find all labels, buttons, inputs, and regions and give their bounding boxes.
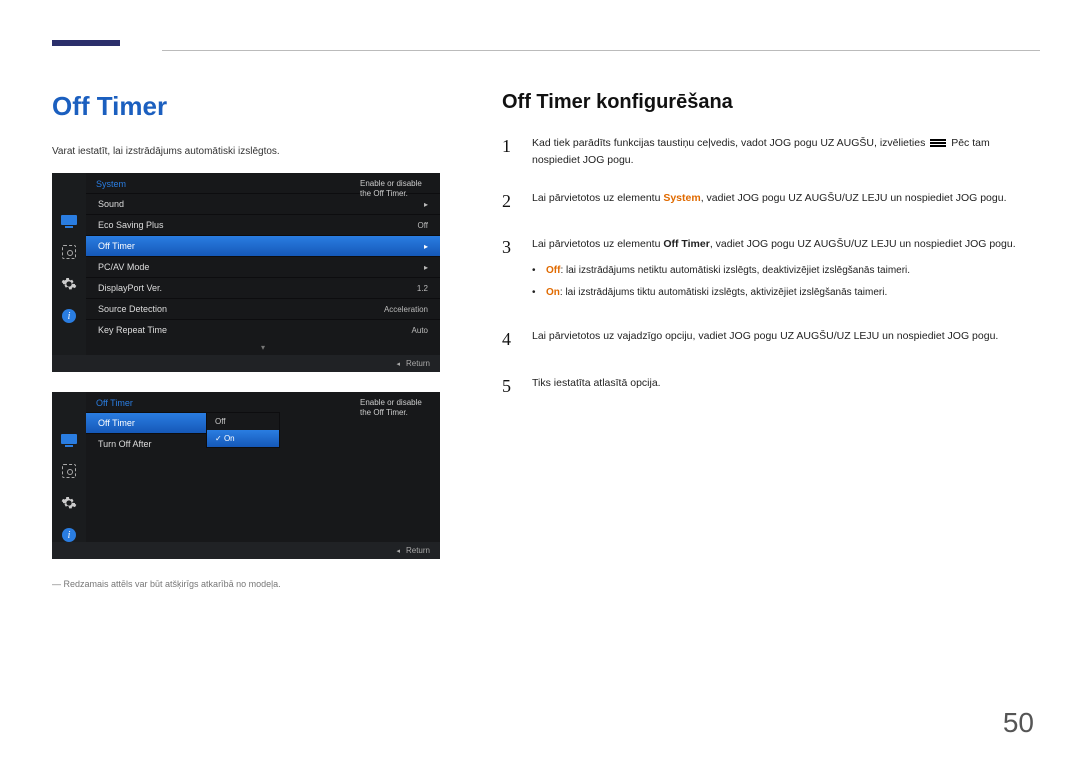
step-number: 4 [502,325,516,354]
osd-desc-line1: Enable or disable [360,398,422,407]
target-icon [60,245,78,259]
submenu-item-on: On [207,430,279,447]
osd-return-bar: ◂ Return [52,355,440,372]
triangle-left-icon: ◂ [396,548,400,555]
page-title: Off Timer [52,91,452,122]
content-columns: Off Timer Varat iestatīt, lai izstrādāju… [52,91,1040,589]
manual-page: Off Timer Varat iestatīt, lai izstrādāju… [0,0,1080,763]
return-label: Return [406,359,430,368]
step-text: Lai pārvietotos uz vajadzīgo opciju, vad… [532,325,1040,354]
step-1: 1 Kad tiek parādīts funkcijas taustiņu c… [502,132,1040,169]
osd-submenu: Off On [206,412,280,448]
section-heading: Off Timer konfigurēšana [502,91,1040,114]
step-text: Kad tiek parādīts funkcijas taustiņu ceļ… [532,132,1040,169]
osd-desc-line2: the Off Timer. [360,189,408,198]
osd-icon-sidebar: i [52,392,86,542]
triangle-left-icon: ◂ [396,361,400,368]
steps-list: 1 Kad tiek parādīts funkcijas taustiņu c… [502,132,1040,401]
step-text: Tiks iestatīta atlasītā opcija. [532,372,1040,401]
left-column: Off Timer Varat iestatīt, lai izstrādāju… [52,91,452,589]
chevron-right-icon: ▸ [424,263,428,272]
right-column: Off Timer konfigurēšana 1 Kad tiek parād… [502,91,1040,589]
display-icon [60,432,78,446]
step-number: 1 [502,132,516,169]
step-5: 5 Tiks iestatīta atlasītā opcija. [502,372,1040,401]
intro-text: Varat iestatīt, lai izstrādājums automāt… [52,146,452,157]
osd-icon-sidebar: i [52,173,86,355]
osd-row-dp: DisplayPort Ver.1.2 [86,277,440,298]
sub-item-on: On: lai izstrādājums tiktu automātiski i… [532,285,1040,301]
target-icon [60,464,78,478]
sub-item-off: Off: lai izstrādājums netiktu automātisk… [532,263,1040,279]
chevron-right-icon: ▸ [424,242,428,251]
osd-description: Enable or disable the Off Timer. [352,173,440,206]
osd-row-keyrepeat: Key Repeat TimeAuto [86,319,440,340]
info-icon: i [60,528,78,542]
osd-main-panel: System Enable or disable the Off Timer. … [86,173,440,355]
osd-system-menu: i System Enable or disable the Off Timer… [52,173,440,372]
info-icon: i [60,309,78,323]
step-4: 4 Lai pārvietotos uz vajadzīgo opciju, v… [502,325,1040,354]
return-label: Return [406,546,430,555]
osd-main-panel: Off Timer Enable or disable the Off Time… [86,392,440,542]
submenu-item-off: Off [207,413,279,430]
step-number: 3 [502,233,516,307]
chevron-down-icon: ▾ [86,340,440,355]
osd-desc-line1: Enable or disable [360,179,422,188]
osd-row-eco: Eco Saving PlusOff [86,214,440,235]
page-number: 50 [1003,707,1034,739]
display-icon [60,213,78,227]
gear-icon [60,277,78,291]
osd-description: Enable or disable the Off Timer. [352,392,440,425]
osd-list: Sound▸ Eco Saving PlusOff Off Timer▸ PC/… [86,193,440,340]
step-text: Lai pārvietotos uz elementu Off Timer, v… [532,233,1040,307]
step-sublist: Off: lai izstrādājums netiktu automātisk… [532,263,1040,301]
osd-desc-line2: the Off Timer. [360,408,408,417]
step-3: 3 Lai pārvietotos uz elementu Off Timer,… [502,233,1040,307]
osd-row-source: Source DetectionAcceleration [86,298,440,319]
step-number: 2 [502,187,516,216]
step-text: Lai pārvietotos uz elementu System, vadi… [532,187,1040,216]
gear-icon [60,496,78,510]
osd-row-pcav: PC/AV Mode▸ [86,256,440,277]
header-rule [162,50,1040,51]
step-number: 5 [502,372,516,401]
osd-return-bar: ◂ Return [52,542,440,559]
osd-row-off-timer: Off Timer▸ [86,235,440,256]
accent-bar [52,40,120,46]
osd-offtimer-menu: i Off Timer Enable or disable the Off Ti… [52,392,440,559]
image-footnote: ― Redzamais attēls var būt atšķirīgs atk… [52,579,452,589]
menu-icon [930,138,946,148]
step-2: 2 Lai pārvietotos uz elementu System, va… [502,187,1040,216]
